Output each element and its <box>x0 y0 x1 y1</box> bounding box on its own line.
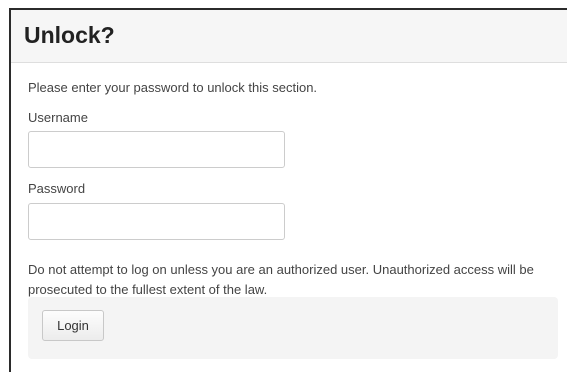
intro-text: Please enter your password to unlock thi… <box>28 80 318 95</box>
username-label: Username <box>28 110 88 125</box>
password-input[interactable] <box>28 203 285 240</box>
password-label: Password <box>28 181 86 196</box>
login-button[interactable]: Login <box>42 310 104 341</box>
unlock-dialog: Unlock? Please enter your password to un… <box>9 8 567 372</box>
dialog-footer: Login <box>28 297 558 359</box>
dialog-title: Unlock? <box>24 22 115 48</box>
authorization-warning: Do not attempt to log on unless you are … <box>28 262 534 297</box>
username-input[interactable] <box>28 131 285 168</box>
dialog-header: Unlock? <box>11 10 567 63</box>
